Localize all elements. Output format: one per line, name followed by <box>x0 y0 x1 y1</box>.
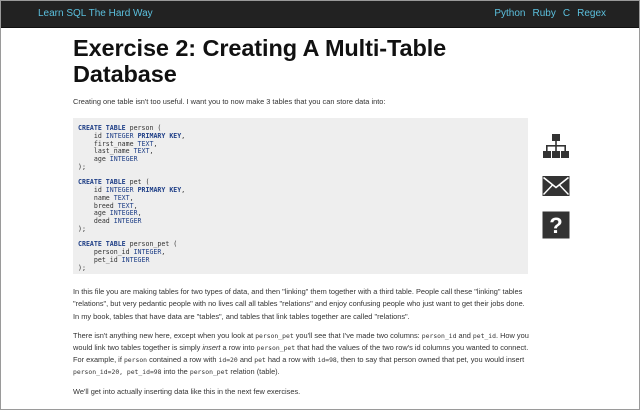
sql-punct: ); <box>78 162 86 171</box>
sql-punct: , <box>161 248 166 257</box>
brand-link[interactable]: Learn SQL The Hard Way <box>38 8 153 19</box>
envelope-icon[interactable] <box>542 172 570 200</box>
page-title: Exercise 2: Creating A Multi-Table Datab… <box>73 35 447 87</box>
sql-punct: ); <box>78 224 86 233</box>
intro-paragraph: Creating one table isn't too useful. I w… <box>73 97 386 106</box>
sql-keyword: PRIMARY KEY <box>137 186 182 195</box>
sitemap-icon[interactable] <box>542 133 570 161</box>
sql-punct: ); <box>78 263 86 272</box>
inline-code: person_pet <box>189 368 229 377</box>
main-content: Exercise 2: Creating A Multi-Table Datab… <box>73 35 529 398</box>
inline-code: pet_id <box>472 331 496 340</box>
inline-code: person_pet <box>255 331 294 340</box>
inline-code: id=20 <box>218 356 238 365</box>
inline-code: pet <box>254 356 266 365</box>
nav-link-python[interactable]: Python <box>494 8 525 19</box>
inline-code: person <box>123 356 148 365</box>
relations-paragraph: In this file you are making tables for t… <box>73 287 525 321</box>
nav-link-c[interactable]: C <box>563 8 570 19</box>
closing-paragraph: We'll get into actually inserting data l… <box>73 386 301 396</box>
sql-punct: , <box>181 186 186 195</box>
inline-code: person_id <box>421 331 457 340</box>
sql-type: INTEGER <box>113 217 142 226</box>
sql-punct: , <box>149 147 154 156</box>
question-icon[interactable]: ? <box>542 211 570 239</box>
inline-code: person_pet <box>256 344 296 353</box>
inline-code: id=98 <box>317 356 337 365</box>
sql-punct: , <box>181 131 186 140</box>
nav-link-ruby[interactable]: Ruby <box>533 8 556 19</box>
sql-type: INTEGER <box>109 155 138 164</box>
nav-links: Python Ruby C Regex <box>494 8 606 19</box>
nav-link-regex[interactable]: Regex <box>577 8 606 19</box>
sql-type: INTEGER <box>121 255 150 264</box>
code-block: CREATE TABLE person ( id INTEGER PRIMARY… <box>73 118 528 275</box>
inline-code: person_id=20, pet_id=98 <box>73 368 162 377</box>
svg-text:?: ? <box>549 213 562 238</box>
linking-paragraph: There isn't anything new here, except wh… <box>73 330 529 377</box>
emphasis: insert <box>202 343 221 353</box>
sql-punct: , <box>153 139 158 148</box>
top-navbar: Learn SQL The Hard Way Python Ruby C Reg… <box>1 1 639 28</box>
